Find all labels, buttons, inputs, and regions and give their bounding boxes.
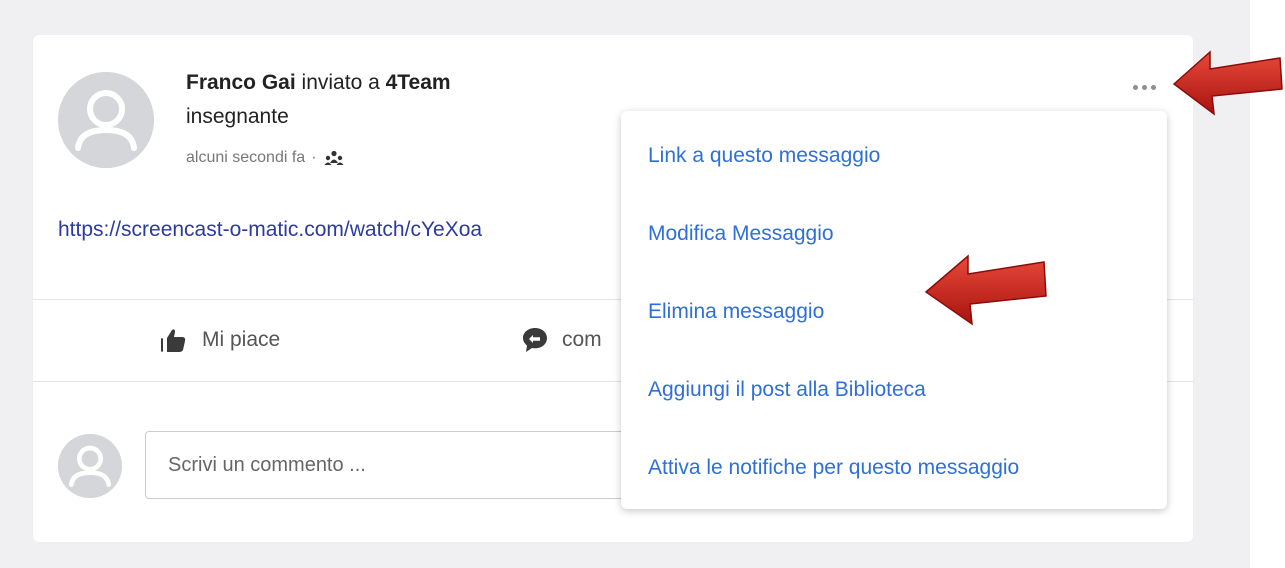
thumbs-up-icon bbox=[158, 325, 188, 355]
menu-item-add-to-library[interactable]: Aggiungi il post alla Biblioteca bbox=[621, 351, 1167, 429]
group-name[interactable]: 4Team bbox=[386, 71, 451, 94]
like-label: Mi piace bbox=[202, 328, 281, 351]
user-avatar-icon bbox=[58, 72, 154, 168]
author-role: insegnante bbox=[186, 105, 289, 128]
speech-bubble-icon bbox=[520, 325, 550, 355]
comment-button[interactable]: com bbox=[520, 325, 602, 355]
author-avatar[interactable] bbox=[58, 72, 154, 168]
sent-to-text: inviato a bbox=[301, 71, 380, 94]
menu-item-notifications[interactable]: Attiva le notifiche per questo messaggio bbox=[621, 429, 1167, 507]
more-dot bbox=[1150, 84, 1156, 90]
group-icon bbox=[323, 149, 345, 167]
menu-item-delete[interactable]: Elimina messaggio bbox=[621, 273, 1167, 351]
post-link[interactable]: https://screencast-o-matic.com/watch/cYe… bbox=[58, 218, 618, 242]
more-horizontal-icon bbox=[1132, 84, 1138, 90]
user-avatar-icon bbox=[58, 434, 122, 498]
comment-label: com bbox=[562, 328, 602, 351]
menu-item-edit[interactable]: Modifica Messaggio bbox=[621, 195, 1167, 273]
menu-item-link[interactable]: Link a questo messaggio bbox=[621, 117, 1167, 195]
post-options-menu: Link a questo messaggio Modifica Messagg… bbox=[621, 111, 1167, 509]
more-dot bbox=[1141, 84, 1147, 90]
more-options-button[interactable] bbox=[1126, 77, 1162, 97]
like-button[interactable]: Mi piace bbox=[158, 325, 280, 355]
commenter-avatar bbox=[58, 434, 122, 498]
meta-separator: · bbox=[311, 149, 317, 166]
post-header: Franco Gai inviato a 4Team bbox=[186, 71, 451, 95]
author-name[interactable]: Franco Gai bbox=[186, 71, 296, 94]
post-timestamp: alcuni secondi fa bbox=[186, 149, 306, 166]
post-meta: alcuni secondi fa · bbox=[186, 149, 345, 167]
